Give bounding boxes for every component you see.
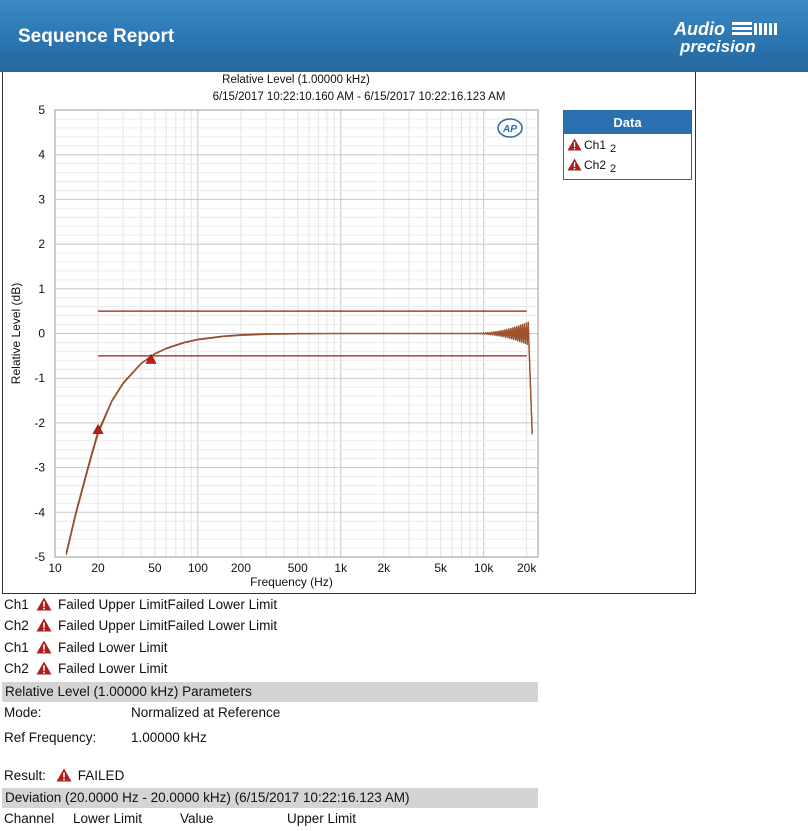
legend-sub: 2 [610,163,617,175]
x-tick-label: 50 [148,561,162,575]
x-tick-label: 100 [188,561,208,575]
result-value: FAILED [77,768,125,783]
warning-icon [567,138,582,151]
legend-label: Ch1 [584,138,607,152]
svg-text:Audio: Audio [673,19,725,39]
ap-badge-text: AP [502,124,517,135]
result-channel: Ch1 [4,640,29,655]
warning-icon [36,597,52,611]
chart-subtitle: 6/15/2017 10:22:10.160 AM - 6/15/2017 10… [213,91,506,103]
report-header: Sequence Report Audio precision [0,0,808,72]
y-tick-label: 3 [38,192,45,206]
ref-frequency-label: Ref Frequency: [4,730,97,745]
warning-icon [56,768,72,782]
result-row: Ch1 Failed Upper LimitFailed Lower Limit [4,595,277,615]
warning-icon [36,618,52,632]
result-row: Ch2 Failed Lower Limit [4,659,168,679]
legend-item-ch1[interactable]: Ch1 2 [564,134,691,156]
result-channel: Ch1 [4,597,29,612]
result-channel: Ch2 [4,661,29,676]
y-axis-label: Relative Level (dB) [9,283,23,384]
result-text: Failed Upper LimitFailed Lower Limit [58,618,278,633]
chart-legend: Data Ch1 2 Ch2 2 [563,110,692,180]
y-tick-label: -2 [34,416,45,430]
y-tick-label: 0 [38,327,45,341]
result-label: Result: [4,768,47,783]
x-tick-label: 5k [434,561,448,575]
legend-title: Data [564,111,691,134]
legend-label: Ch2 [584,158,607,172]
series-line-ch1 [65,321,533,553]
series-line-ch2 [65,323,533,555]
report-title: Sequence Report [18,26,175,47]
mode-label: Mode: [4,705,42,720]
chart-title: Relative Level (1.00000 kHz) [222,74,370,86]
column-header-channel: Channel [4,811,55,826]
result-channel: Ch2 [4,618,29,633]
x-tick-label: 500 [288,561,308,575]
deviation-heading: Deviation (20.0000 Hz - 20.0000 kHz) (6/… [2,788,538,808]
y-tick-label: -4 [34,505,45,519]
x-tick-label: 20 [91,561,105,575]
x-tick-label: 1k [334,561,348,575]
y-tick-label: 2 [38,237,45,251]
warning-icon [36,640,52,654]
x-tick-label: 10k [474,561,494,575]
y-tick-label: 5 [38,103,45,117]
result-summary: Result: FAILED [4,766,124,786]
result-text: Failed Upper LimitFailed Lower Limit [58,597,278,612]
ref-frequency-value: 1.00000 kHz [131,730,207,745]
y-tick-label: 4 [38,148,45,162]
x-tick-label: 10 [48,561,62,575]
column-header-upper-limit: Upper Limit [287,811,357,826]
legend-item-ch2[interactable]: Ch2 2 [564,154,691,176]
y-tick-label: -3 [34,461,45,475]
x-tick-label: 2k [377,561,391,575]
parameters-heading: Relative Level (1.00000 kHz) Parameters [2,682,538,702]
result-text: Failed Lower Limit [58,640,168,655]
result-row: Ch1 Failed Lower Limit [4,638,168,658]
audio-precision-logo: Audio precision [673,19,777,56]
result-text: Failed Lower Limit [58,661,168,676]
x-tick-label: 20k [517,561,537,575]
result-row: Ch2 Failed Upper LimitFailed Lower Limit [4,616,277,636]
warning-icon [567,158,582,171]
x-axis-label: Frequency (Hz) [250,575,333,589]
y-tick-label: 1 [38,282,45,296]
x-tick-label: 200 [231,561,251,575]
warning-icon [36,661,52,675]
column-header-lower-limit: Lower Limit [73,811,143,826]
y-tick-label: -5 [34,550,45,564]
mode-value: Normalized at Reference [131,705,281,720]
column-header-value: Value [180,811,214,826]
y-tick-label: -1 [34,371,45,385]
svg-text:precision: precision [679,37,756,56]
